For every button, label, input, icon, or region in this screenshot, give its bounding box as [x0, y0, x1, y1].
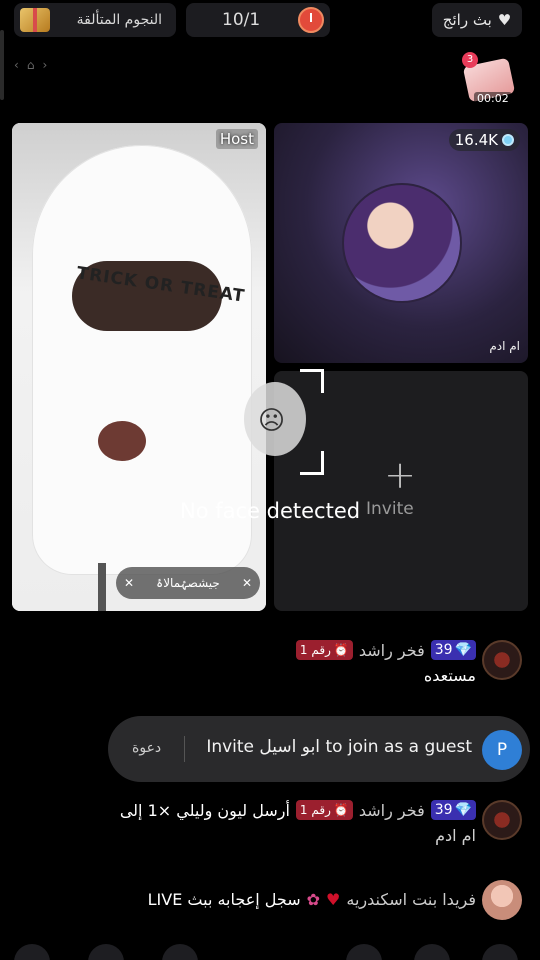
guest-name: ام ادم	[489, 339, 520, 353]
host-label: Host	[215, 129, 258, 149]
diamond-icon: 💎	[454, 642, 472, 658]
alarm-clock-icon: ⏰	[333, 643, 349, 657]
task-counter-button[interactable]: 10/1	[186, 3, 330, 37]
host-name-tag[interactable]: ✕ جيشصۂمالاۂ ✕	[116, 567, 260, 599]
avatar[interactable]	[482, 800, 522, 840]
bottom-toolbar	[0, 940, 540, 960]
host-jacket-zipper	[98, 563, 106, 611]
viewer-count-badge[interactable]: 16.4K	[448, 129, 520, 151]
chat-message: فريدا بنت اسكندريه ♥ ✿ سجل إعجابه ببث LI…	[148, 880, 522, 920]
chat-text: مستعده	[423, 666, 476, 685]
chat-text: سجل إعجابه ببث LIVE	[147, 890, 301, 909]
flower-icon: ✿	[306, 890, 321, 909]
task-counter-value: 10/1	[222, 10, 261, 30]
chat-message: 39 💎 فخر راشد ⏰ رقم 1 مستعده	[295, 640, 522, 685]
divider	[184, 736, 185, 762]
viewer-count: 16.4K	[454, 131, 498, 149]
home-icon[interactable]: ⌂	[27, 58, 35, 72]
treasure-chest-button[interactable]: 3 00:02	[460, 52, 518, 106]
level-badge: 39 💎	[430, 640, 476, 660]
host-name-text: جيشصۂمالاۂ	[156, 576, 220, 590]
chat-message: 39 💎 فخر راشد ⏰ رقم 1 أرسل ليون وليلي ×1 إ…	[120, 800, 522, 845]
avatar[interactable]	[482, 880, 522, 920]
invite-button[interactable]: دعوة	[132, 740, 161, 756]
close-icon[interactable]: ✕	[242, 576, 252, 590]
chat-icon[interactable]	[14, 944, 50, 960]
rank-badge: ⏰ رقم 1	[295, 800, 353, 820]
chevron-left-icon[interactable]: ‹	[14, 58, 19, 72]
rank-value: رقم 1	[299, 803, 331, 817]
host-video-card[interactable]: TRICK OR TREAT Host ✕ جيشصۂمالاۂ ✕	[12, 123, 266, 611]
rose-icon[interactable]	[482, 944, 518, 960]
chat-username[interactable]: فريدا بنت اسكندريه	[346, 890, 476, 909]
trending-live-button[interactable]: بث رائج ♥	[432, 3, 522, 37]
heart-icon[interactable]	[414, 944, 450, 960]
shining-stars-button[interactable]: النجوم المتألقة	[14, 3, 176, 37]
top-bar: النجوم المتألقة 10/1 بث رائج ♥	[0, 0, 540, 44]
gift-recipient: ام ادم	[435, 826, 476, 845]
heart-icon: ♥	[326, 890, 341, 909]
chevron-right-icon[interactable]: ›	[42, 58, 47, 72]
gift-icon[interactable]	[346, 944, 382, 960]
invite-slot-label: Invite	[366, 499, 414, 519]
gift-message-text: أرسل ليون وليلي ×1 إلى	[119, 800, 290, 820]
host-mask-mouth-opening	[98, 421, 146, 461]
gift-box-icon	[20, 8, 50, 32]
treasure-timer: 00:02	[474, 92, 512, 105]
guest-avatar	[342, 183, 462, 303]
level-value: 39	[434, 642, 453, 658]
alarm-clock-icon	[298, 7, 324, 33]
level-value: 39	[434, 802, 453, 818]
rank-value: رقم 1	[299, 643, 331, 657]
avatar[interactable]: P	[482, 730, 522, 770]
chat-username[interactable]: فخر راشد	[359, 641, 425, 660]
face-detection-frame	[266, 369, 324, 475]
rank-badge: ⏰ رقم 1	[295, 640, 353, 660]
share-icon[interactable]	[88, 944, 124, 960]
no-face-detected-message: No face detected	[180, 499, 361, 523]
invite-message: Invite ابو اسيل to join as a guest	[206, 737, 472, 757]
heart-icon: ♥	[497, 11, 512, 29]
shining-stars-label: النجوم المتألقة	[76, 12, 162, 28]
diamond-icon: 💎	[454, 802, 472, 818]
avatar[interactable]	[482, 640, 522, 680]
guest-invite-bar: P Invite ابو اسيل to join as a guest دعو…	[108, 716, 530, 782]
breadcrumb: ‹ ⌂ ›	[14, 54, 47, 76]
treasure-count-badge: 3	[462, 52, 478, 68]
plus-icon: +	[384, 453, 416, 497]
close-icon[interactable]: ✕	[124, 576, 134, 590]
trending-live-label: بث رائج	[442, 11, 492, 29]
alarm-clock-icon: ⏰	[333, 803, 349, 817]
level-badge: 39 💎	[430, 800, 476, 820]
guest-video-card[interactable]: 16.4K ام ادم	[274, 123, 528, 363]
chat-username[interactable]: فخر راشد	[359, 801, 425, 820]
diamond-icon	[502, 134, 514, 146]
more-icon[interactable]	[162, 944, 198, 960]
